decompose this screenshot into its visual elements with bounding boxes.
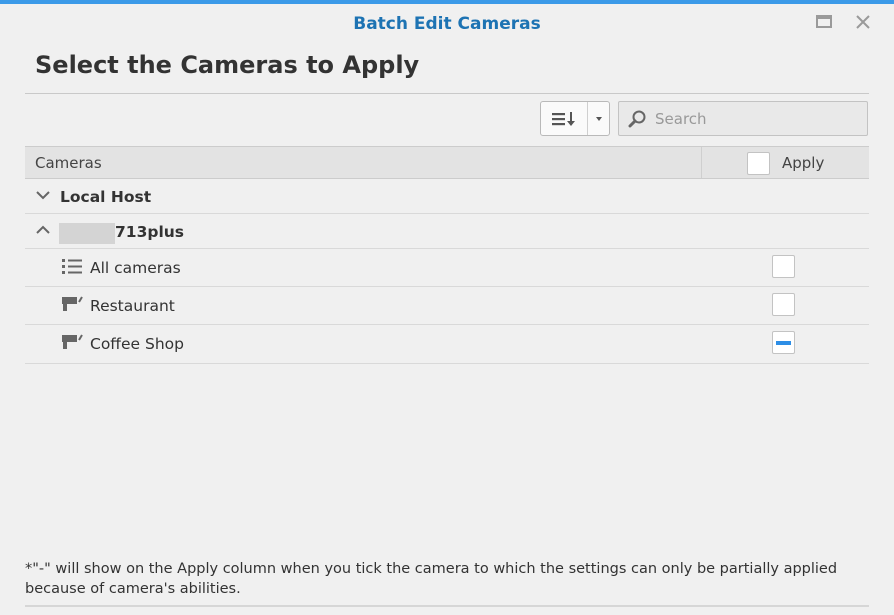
footnote-text: *"-" will show on the Apply column when …	[25, 561, 838, 597]
camera-icon	[62, 334, 83, 349]
bottom-divider	[25, 605, 869, 607]
camera-icon	[62, 296, 83, 311]
redacted-host-prefix	[59, 223, 115, 244]
window-title: Batch Edit Cameras	[353, 14, 541, 34]
chevron-up-icon[interactable]	[35, 222, 51, 238]
search-icon	[628, 110, 646, 127]
section-title: Select the Cameras to Apply	[35, 51, 420, 79]
column-header-cameras[interactable]: Cameras	[35, 154, 102, 172]
group-row-host[interactable]: 713plus	[25, 214, 869, 249]
list-item-label: Restaurant	[90, 297, 175, 315]
grid-header: Cameras Apply	[25, 146, 869, 179]
caret-down-icon	[595, 116, 602, 121]
group-label: Local Host	[60, 188, 152, 206]
sort-main[interactable]	[541, 102, 588, 135]
group-label: 713plus	[115, 223, 185, 241]
apply-checkbox[interactable]	[772, 293, 795, 316]
list-icon	[62, 259, 82, 274]
search-box[interactable]	[618, 101, 868, 136]
apply-all-checkbox[interactable]	[747, 152, 770, 175]
group-row-local-host[interactable]: Local Host	[25, 179, 869, 214]
sort-list-icon	[552, 111, 575, 126]
list-item-label: Coffee Shop	[90, 335, 184, 353]
apply-checkbox[interactable]	[772, 255, 795, 278]
maximize-button[interactable]	[814, 12, 834, 32]
close-icon	[856, 15, 870, 29]
close-button[interactable]	[853, 12, 873, 32]
search-icon-wrap	[619, 109, 655, 129]
column-separator	[701, 147, 702, 178]
column-header-apply[interactable]: Apply	[782, 154, 824, 172]
list-item-restaurant[interactable]: Restaurant	[25, 287, 869, 325]
list-item-all-cameras[interactable]: All cameras	[25, 249, 869, 287]
partial-mark-icon	[776, 341, 791, 345]
maximize-icon	[816, 15, 832, 28]
sort-dropdown[interactable]	[588, 102, 609, 135]
sort-button[interactable]	[540, 101, 610, 136]
list-item-label: All cameras	[90, 259, 181, 277]
list-item-coffee-shop[interactable]: Coffee Shop	[25, 325, 869, 364]
title-divider	[25, 93, 869, 94]
chevron-down-icon[interactable]	[35, 187, 51, 203]
search-input[interactable]	[655, 109, 867, 128]
window-top-accent-bar	[0, 0, 894, 4]
apply-checkbox-partial[interactable]	[772, 331, 795, 354]
